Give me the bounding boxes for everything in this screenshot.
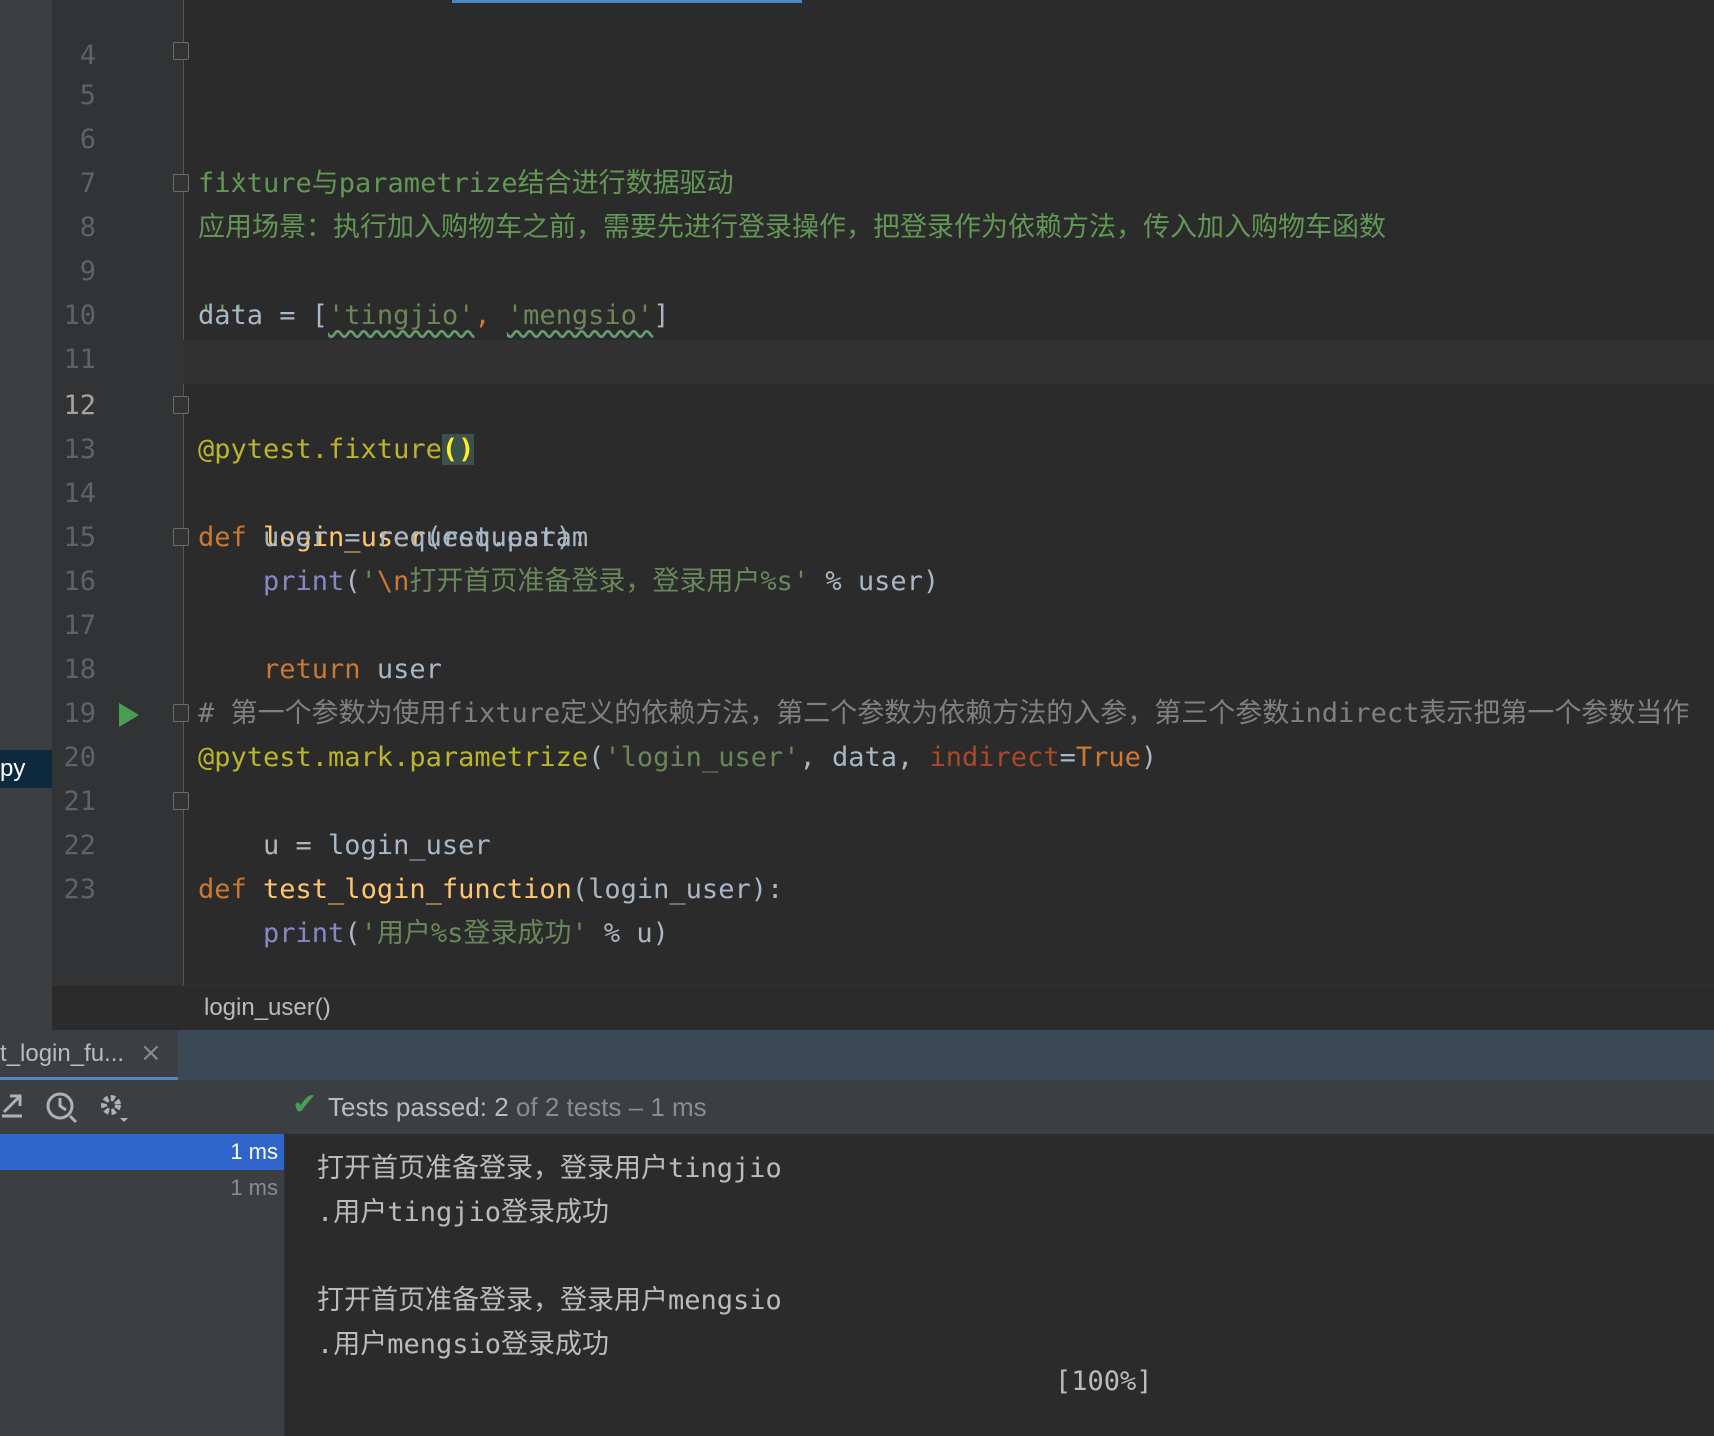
status-prefix: Tests passed: <box>328 1092 495 1122</box>
code-line-22: 22 print('用户%s登录成功' % u) <box>0 780 1714 949</box>
code-line-7: 7 应用场景：执行加入购物车之前，需要先进行登录操作，把登录作为依赖方法，传入加… <box>0 118 1714 243</box>
run-tab-bar: t_login_fu... × <box>0 1030 1714 1080</box>
code-line-14: 14 user = request.param <box>0 428 1714 553</box>
close-icon[interactable]: × <box>140 1038 162 1068</box>
code-token: (login_user): <box>571 874 784 905</box>
fold-marker-icon[interactable] <box>173 528 189 546</box>
code-line-17: 17 <box>0 560 1714 641</box>
line-number: 23 <box>63 874 96 905</box>
builtin-token: print <box>263 918 345 949</box>
code-line-8: 8 ''' <box>0 162 1714 331</box>
run-toolbar: ✔ Tests passed: 2 of 2 tests – 1 ms <box>0 1080 1714 1135</box>
console-line: 打开首页准备登录，登录用户tingjio <box>317 1153 782 1184</box>
test-duration: 1 ms <box>230 1139 278 1164</box>
console-progress: [100%] <box>1055 1366 1153 1397</box>
console-output[interactable]: 打开首页准备登录，登录用户tingjio .用户tingjio登录成功 打开首页… <box>285 1134 1714 1436</box>
code-line-12: 12 @pytest.fixture() <box>0 340 1714 465</box>
run-tab-label: t_login_fu... <box>0 1040 125 1067</box>
code-line-23: 23 <box>0 824 1714 905</box>
code-line-6: 6 fixture与parametrize结合进行数据驱动 <box>0 74 1714 199</box>
breadcrumb-item[interactable]: login_user() <box>204 994 331 1022</box>
test-tree-row[interactable]: 1 ms <box>0 1134 284 1170</box>
code-line-4: 4 <box>0 0 1714 71</box>
fold-marker-icon[interactable] <box>173 42 189 60</box>
code-line-21: 21 u = login_user <box>0 736 1714 861</box>
code-line-5: 5 ''' <box>0 30 1714 199</box>
fold-marker-icon[interactable] <box>173 396 189 414</box>
breadcrumb[interactable]: login_user() <box>52 985 1714 1031</box>
code-line-10: 10 <box>0 250 1714 331</box>
gear-icon[interactable] <box>96 1090 132 1132</box>
fold-marker-icon[interactable] <box>173 792 189 810</box>
code-line-15: 15 print('\n打开首页准备登录，登录用户%s' % user) <box>0 472 1714 597</box>
run-icon[interactable] <box>119 703 139 727</box>
test-tree: 1 ms 1 ms <box>0 1134 285 1436</box>
status-count: 2 <box>494 1092 509 1122</box>
run-tab[interactable]: t_login_fu... × <box>0 1030 178 1080</box>
code-line-19: 19 @pytest.mark.parametrize('login_user'… <box>0 648 1714 773</box>
fold-marker-icon[interactable] <box>173 174 189 192</box>
status-of: of <box>508 1092 545 1122</box>
code-text: print('用户%s登录成功' % u) <box>198 912 669 956</box>
fold-marker-icon[interactable] <box>173 704 189 722</box>
code-line-20: 20 def test_login_function(login_user): <box>0 692 1714 905</box>
test-duration: 1 ms <box>230 1175 278 1200</box>
keyword-token: def <box>198 874 264 905</box>
check-icon: ✔ <box>292 1087 318 1122</box>
code-text: def test_login_function(login_user): <box>198 868 783 912</box>
function-name: test_login_function <box>263 874 572 905</box>
console-line: .用户mengsio登录成功 <box>317 1329 610 1360</box>
code-line-18: 18 # 第一个参数为使用fixture定义的依赖方法，第二个参数为依赖方法的入… <box>0 604 1714 729</box>
code-token: % u) <box>587 918 669 949</box>
code-line-13: 13 def login_user(request): <box>0 384 1714 553</box>
status-time: – 1 ms <box>621 1092 707 1122</box>
code-line-9: 9 data = ['tingjio', 'mengsio'] <box>0 206 1714 331</box>
history-icon[interactable] <box>44 1090 80 1132</box>
status-total: 2 tests <box>544 1092 622 1122</box>
export-icon[interactable] <box>0 1090 26 1128</box>
code-line-11: 11 <box>0 294 1714 375</box>
console-line: .用户tingjio登录成功 <box>317 1197 610 1228</box>
code-token: ( <box>344 918 361 949</box>
string-token: '用户%s登录成功' <box>360 918 588 949</box>
console-line: 打开首页准备登录，登录用户mengsio <box>317 1285 782 1316</box>
test-tree-row[interactable]: 1 ms <box>0 1170 284 1206</box>
code-line-16: 16 return user <box>0 516 1714 685</box>
test-status: Tests passed: 2 of 2 tests – 1 ms <box>328 1092 707 1123</box>
